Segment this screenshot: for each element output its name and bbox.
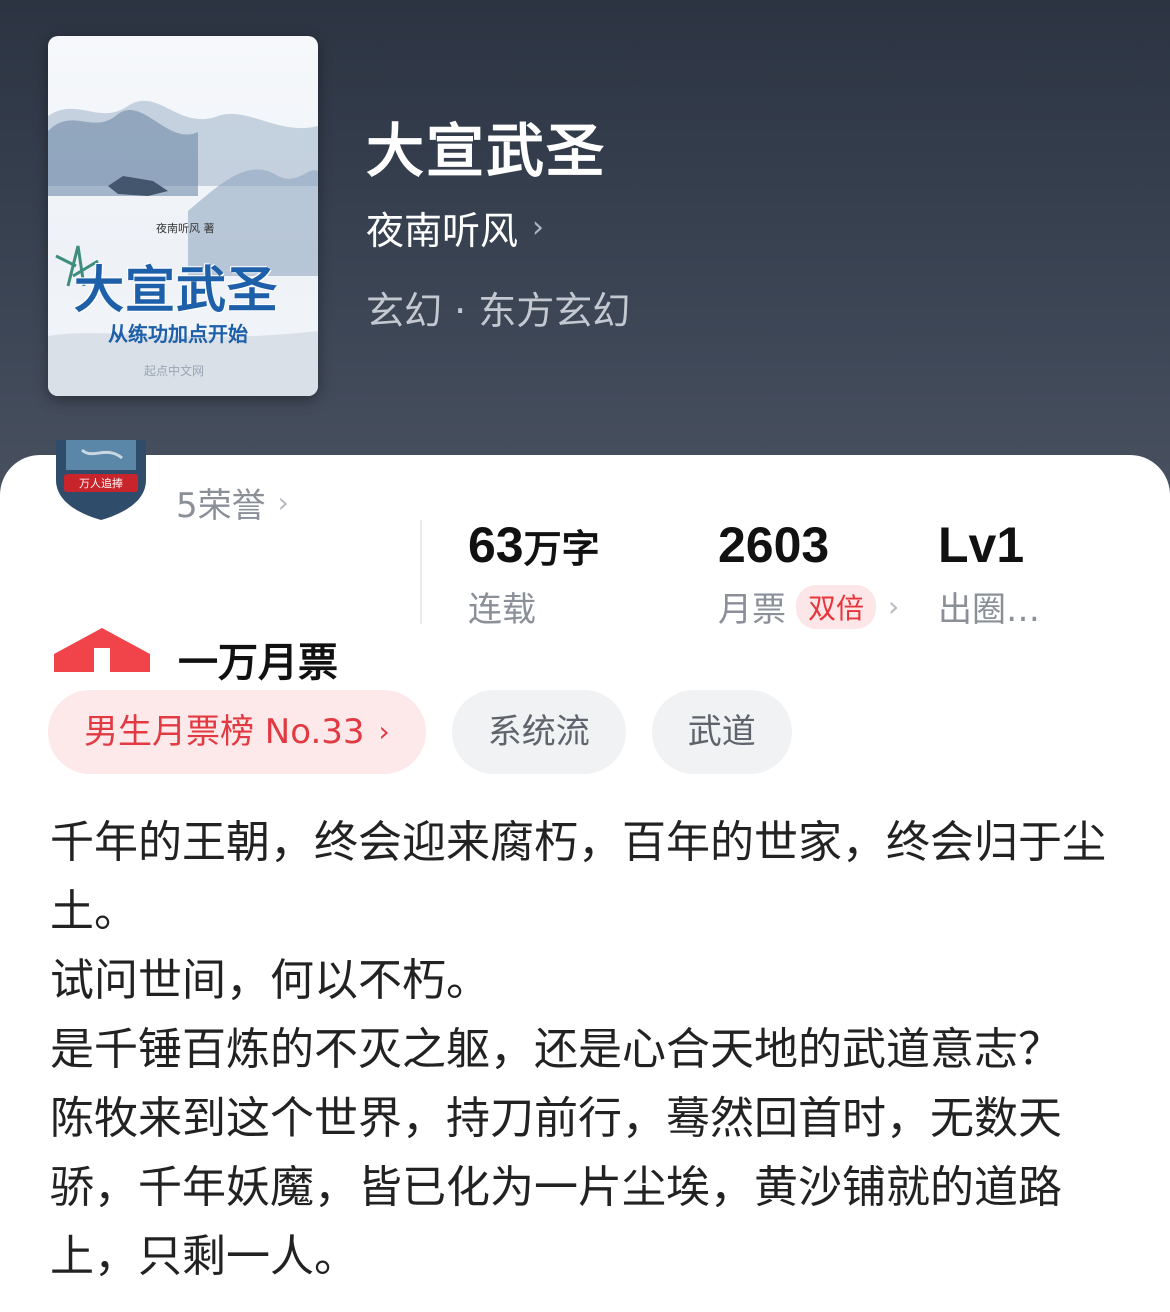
cover-title-text: 大宣武圣 [74,260,278,319]
stat-unit: 万字 [523,527,600,571]
book-header: 夜南听风 著 大宣武圣 从练功加点开始 起点中文网 大宣武圣 夜南听风 › 玄幻… [0,0,1170,520]
monthly-vote-title: 一万月票 [178,640,338,686]
stat-label: 连载 [468,590,536,630]
stat-word-count: 63万字 连载 [468,516,600,631]
chevron-right-icon: › [532,210,545,245]
tag-system[interactable]: 系统流 [451,690,626,774]
description-paragraph: 陈牧来到这个世界，持刀前行，蓦然回首时，无数天骄，千年妖魔，皆已化为一片尘埃，黄… [50,1093,1062,1282]
tag-list: 男生月票榜 No.33 › 系统流 武道 [48,690,818,774]
genre-text: 玄幻 · 东方玄幻 [366,289,631,333]
tag-martial[interactable]: 武道 [651,690,792,774]
cover-publisher-text: 起点中文网 [144,364,205,378]
stat-label: 月票 [718,590,786,630]
chevron-right-icon: › [378,715,390,748]
stats-divider [420,520,422,624]
monthly-vote-icon [54,628,150,672]
honor-badge-text: 万人追捧 [79,476,123,490]
description-paragraph: 千年的王朝，终会迎来腐朽，百年的世家，终会归于尘土。 [50,817,1106,937]
stat-value: 2603 [718,517,830,573]
book-description[interactable]: 千年的王朝，终会迎来腐朽，百年的世家，终会归于尘土。 试问世间，何以不朽。 是千… [50,808,1130,1291]
book-title: 大宣武圣 [366,117,607,185]
author-link[interactable]: 夜南听风 › [366,200,544,255]
stat-label: 出圈… [938,590,1040,630]
rank-tag-label: 男生月票榜 No.33 [84,712,365,752]
stat-monthly-votes[interactable]: 2603 月票 双倍 › [718,516,899,631]
honor-label: 5荣誉 [176,486,266,526]
author-name: 夜南听风 [366,209,519,253]
stat-level[interactable]: Lv1 出圈… [938,516,1040,631]
stat-value: Lv1 [938,517,1025,573]
stat-value: 63 [468,517,524,573]
chevron-right-icon: › [277,486,289,519]
honor-badge-icon[interactable]: 万人追捧 [52,440,150,520]
cover-author-text: 夜南听风 著 [156,222,215,235]
tag-label: 武道 [687,712,756,752]
double-badge: 双倍 [796,584,877,629]
chevron-right-icon: › [888,590,900,623]
cover-subtitle-text: 从练功加点开始 [108,322,248,346]
rank-tag[interactable]: 男生月票榜 No.33 › [48,690,426,774]
description-paragraph: 试问世间，何以不朽。 [50,955,490,1006]
honor-link[interactable]: 5荣誉 › [176,478,289,527]
description-paragraph: 是千锤百炼的不灭之躯，还是心合天地的武道意志？ [50,1024,1062,1075]
tag-label: 系统流 [487,712,590,752]
book-cover-image[interactable]: 夜南听风 著 大宣武圣 从练功加点开始 起点中文网 [48,36,318,396]
